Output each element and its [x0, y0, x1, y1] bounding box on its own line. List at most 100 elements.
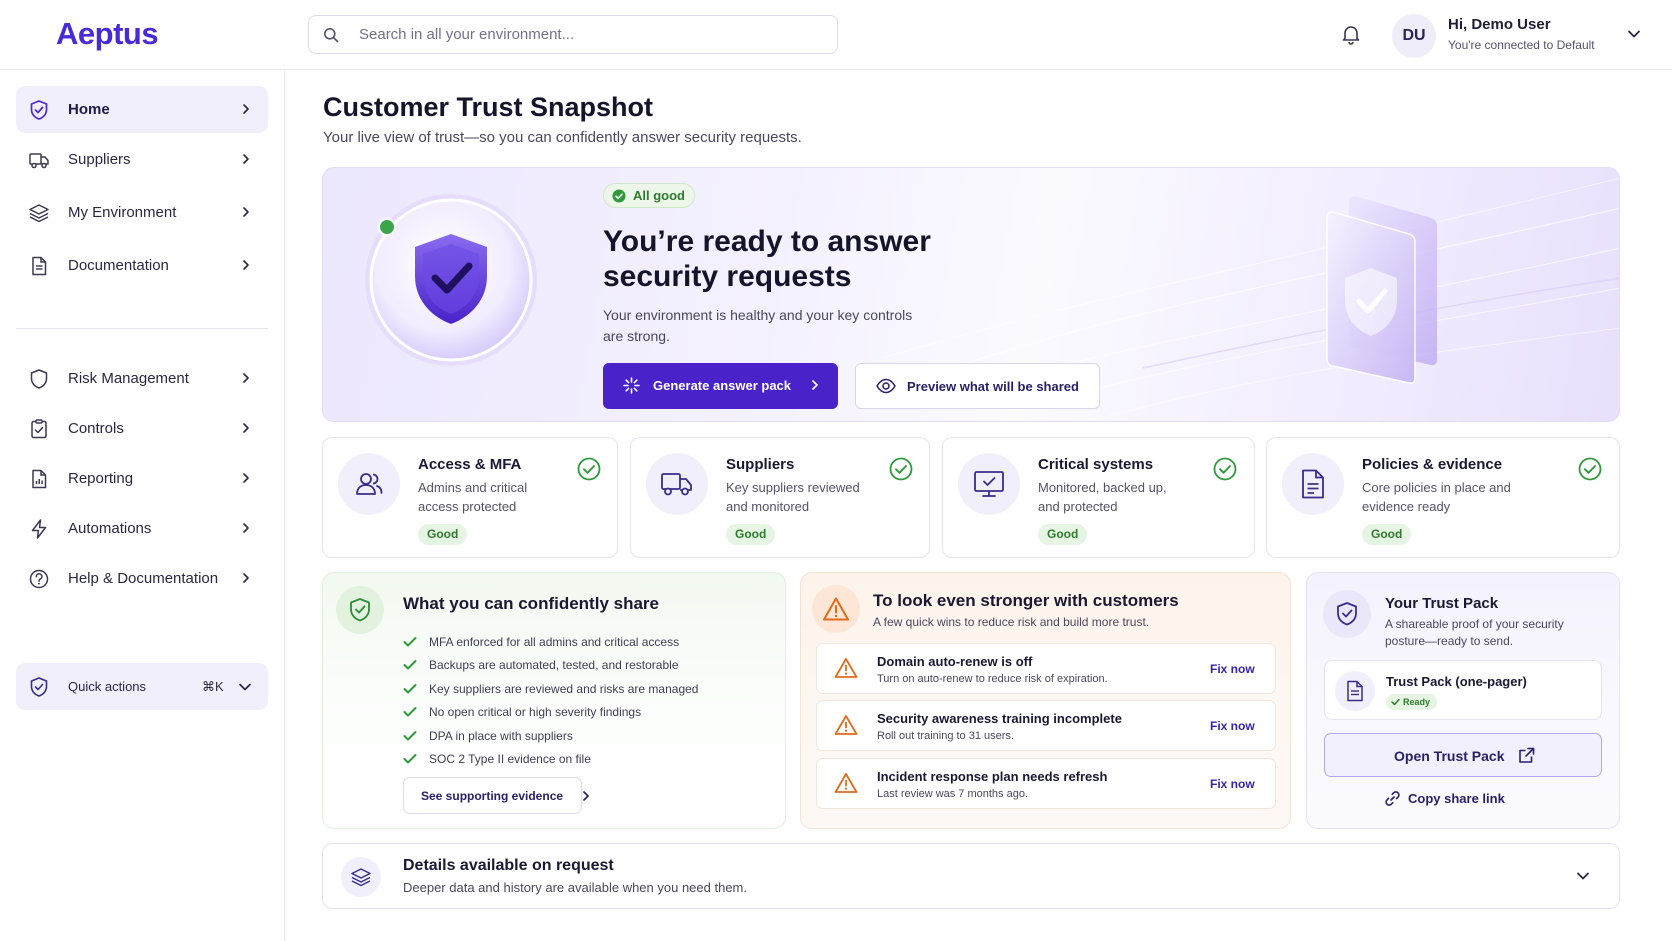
chevron-right-icon	[240, 422, 252, 434]
search-icon	[323, 27, 339, 43]
chevron-down-icon	[238, 680, 252, 694]
sidebar-item-suppliers[interactable]: Suppliers	[16, 136, 268, 183]
warning-icon	[834, 657, 858, 679]
sidebar-item-help-documentation[interactable]: Help & Documentation	[16, 555, 268, 602]
status-card-title: Access & MFA	[418, 456, 522, 473]
check-icon	[403, 683, 429, 695]
app-logo[interactable]: Aeptus	[56, 16, 159, 52]
status-card-policies-evidence[interactable]: Policies & evidence Core policies in pla…	[1266, 437, 1620, 558]
list-item: SOC 2 Type II evidence on file	[403, 748, 698, 772]
sidebar-item-label: Controls	[68, 420, 124, 437]
fix-now-link[interactable]: Fix now	[1210, 719, 1255, 733]
issue-row: Domain auto-renew is off Turn on auto-re…	[816, 643, 1276, 694]
list-item-label: No open critical or high severity findin…	[429, 705, 642, 720]
list-item-label: MFA enforced for all admins and critical…	[429, 634, 680, 649]
eye-icon	[876, 378, 896, 394]
status-badge: All good	[603, 183, 695, 208]
improvements-panel: To look even stronger with customers A f…	[800, 572, 1291, 829]
search-box[interactable]	[308, 15, 838, 54]
status-badge-label: All good	[633, 188, 685, 203]
details-title: Details available on request	[403, 857, 614, 874]
chevron-right-icon	[240, 372, 252, 384]
search-input[interactable]	[359, 16, 819, 53]
sidebar-item-controls[interactable]: Controls	[16, 405, 268, 452]
check-icon	[403, 706, 429, 718]
quick-actions-shortcut: ⌘K	[202, 679, 224, 694]
sidebar-item-label: Documentation	[68, 257, 169, 274]
check-icon	[403, 636, 429, 648]
layers-icon	[28, 202, 50, 224]
quick-actions-button[interactable]: Quick actions ⌘K	[16, 663, 268, 710]
confident-share-panel: What you can confidently share MFA enfor…	[322, 572, 786, 829]
issue-title: Incident response plan needs refresh	[877, 769, 1108, 784]
copy-share-link-label: Copy share link	[1408, 791, 1505, 806]
warning-icon	[834, 714, 858, 736]
chevron-right-icon	[240, 572, 252, 584]
warning-icon	[834, 772, 858, 794]
layers-icon	[341, 857, 381, 897]
external-link-icon	[1518, 747, 1535, 764]
page-title: Customer Trust Snapshot	[323, 92, 654, 122]
sidebar-item-risk-management[interactable]: Risk Management	[16, 355, 268, 402]
list-item: Backups are automated, tested, and resto…	[403, 654, 698, 678]
chevron-right-icon	[580, 790, 592, 802]
check-icon	[1391, 698, 1400, 706]
sidebar-item-documentation[interactable]: Documentation	[16, 242, 268, 289]
status-card-title: Policies & evidence	[1362, 456, 1503, 473]
status-card-title: Critical systems	[1038, 456, 1154, 473]
generate-answer-pack-button[interactable]: Generate answer pack	[603, 363, 838, 409]
list-item: MFA enforced for all admins and critical…	[403, 630, 698, 654]
sidebar-item-home[interactable]: Home	[16, 86, 268, 133]
user-avatar[interactable]: DU	[1392, 14, 1436, 58]
issue-title: Domain auto-renew is off	[877, 654, 1033, 669]
check-icon	[403, 730, 429, 742]
preview-shared-button[interactable]: Preview what will be shared	[855, 363, 1100, 409]
shield-check-icon	[28, 676, 50, 698]
issue-title: Security awareness training incomplete	[877, 711, 1122, 726]
shield-card-illustration-icon	[1326, 195, 1437, 384]
see-supporting-evidence-button[interactable]: See supporting evidence	[403, 777, 589, 814]
truck-icon	[646, 453, 708, 515]
chevron-right-icon	[240, 103, 252, 115]
status-card-suppliers[interactable]: Suppliers Key suppliers reviewed and mon…	[630, 437, 930, 558]
status-badge: Good	[1038, 524, 1088, 545]
notifications-bell-icon[interactable]	[1340, 23, 1362, 45]
status-badge: Good	[1362, 524, 1412, 545]
status-card-critical-systems[interactable]: Critical systems Monitored, backed up, a…	[942, 437, 1255, 558]
improvements-subtitle: A few quick wins to reduce risk and buil…	[873, 615, 1150, 629]
trust-pack-file[interactable]: Trust Pack (one-pager) Ready	[1324, 660, 1602, 720]
user-menu-chevron-down-icon[interactable]	[1627, 27, 1641, 41]
details-description: Deeper data and history are available wh…	[403, 880, 747, 895]
chevron-right-icon	[809, 379, 821, 391]
fix-now-link[interactable]: Fix now	[1210, 662, 1255, 676]
list-item-label: Backups are automated, tested, and resto…	[429, 658, 679, 673]
status-badge: Ready	[1386, 694, 1438, 710]
sidebar-item-my-environment[interactable]: My Environment	[16, 189, 268, 236]
chevron-right-icon	[240, 206, 252, 218]
fix-now-link[interactable]: Fix now	[1210, 777, 1255, 791]
sidebar-item-automations[interactable]: Automations	[16, 505, 268, 552]
status-card-access-mfa[interactable]: Access & MFA Admins and critical access …	[322, 437, 618, 558]
sidebar-item-label: Reporting	[68, 470, 134, 487]
sidebar-item-reporting[interactable]: Reporting	[16, 455, 268, 502]
list-item-label: SOC 2 Type II evidence on file	[429, 752, 591, 767]
check-circle-icon	[577, 457, 601, 481]
status-badge: Good	[418, 524, 468, 545]
open-trust-pack-button[interactable]: Open Trust Pack	[1324, 733, 1602, 777]
hero-description: Your environment is healthy and your key…	[603, 307, 913, 344]
issue-description: Roll out training to 31 users.	[877, 730, 1014, 742]
confident-share-list: MFA enforced for all admins and critical…	[403, 630, 698, 771]
report-icon	[28, 468, 50, 490]
issue-row: Incident response plan needs refresh Las…	[816, 758, 1276, 809]
preview-shared-label: Preview what will be shared	[907, 379, 1079, 394]
sidebar-item-label: My Environment	[68, 204, 177, 221]
status-card-description: Admins and critical access protected	[418, 480, 528, 514]
details-on-request-accordion[interactable]: Details available on request Deeper data…	[322, 843, 1620, 909]
status-card-description: Key suppliers reviewed and monitored	[726, 480, 860, 514]
bolt-icon	[28, 518, 50, 540]
hero-title: You’re ready to answer security requests	[603, 225, 931, 293]
check-icon	[403, 753, 429, 765]
status-card-description: Core policies in place and evidence read…	[1362, 480, 1511, 514]
chevron-right-icon	[240, 153, 252, 165]
trust-pack-panel: Your Trust Pack A shareable proof of you…	[1306, 572, 1620, 829]
